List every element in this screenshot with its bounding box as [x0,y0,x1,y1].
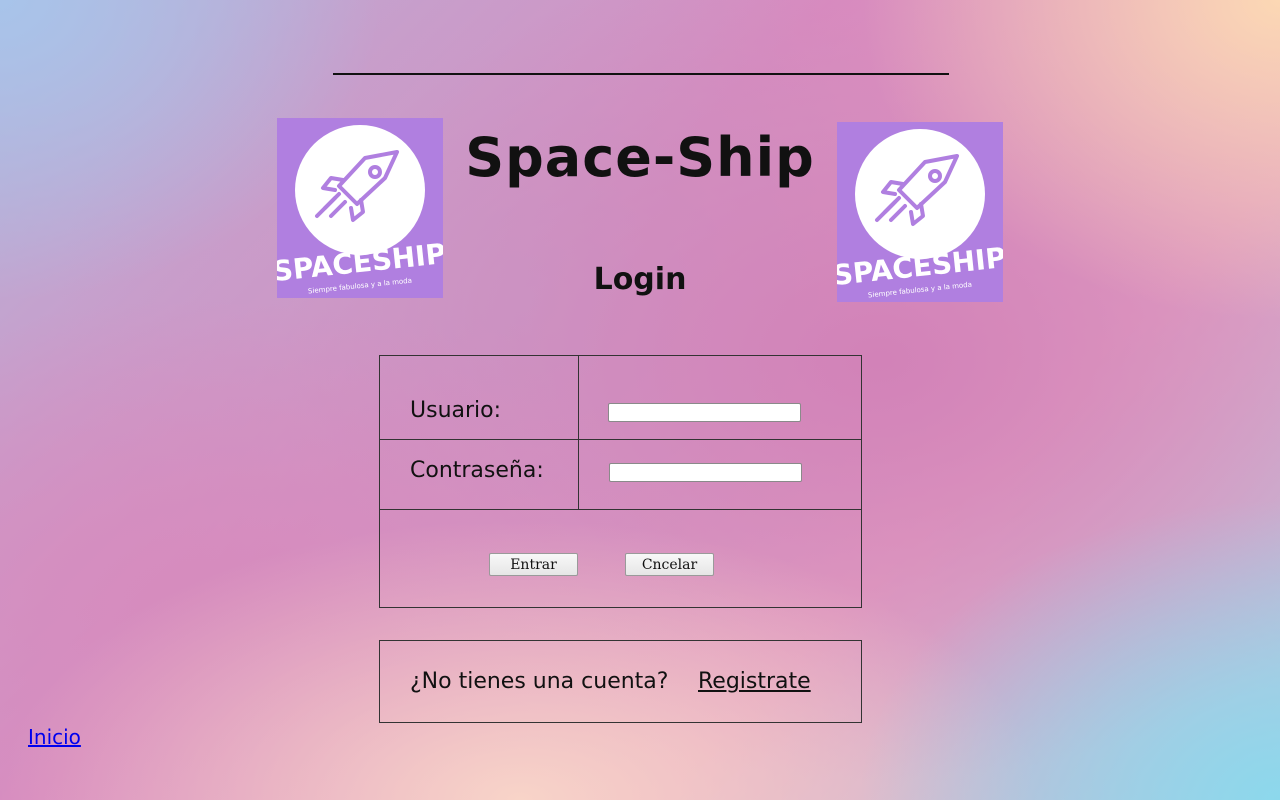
username-label: Usuario: [410,398,502,423]
home-link[interactable]: Inicio [28,725,81,749]
table-row-divider [380,439,861,440]
username-input[interactable] [608,403,801,422]
rocket-icon: SPACESHIP Siempre fabulosa y a la moda [837,129,1003,299]
register-prompt: ¿No tienes una cuenta? [410,669,669,694]
login-heading: Login [593,262,687,297]
table-row-divider [380,509,861,510]
register-panel: ¿No tienes una cuenta? Registrate [379,640,862,723]
password-input[interactable] [609,463,802,482]
spaceship-logo-right: SPACESHIP Siempre fabulosa y a la moda [837,122,1003,302]
header-divider [333,73,949,75]
rocket-icon: SPACESHIP Siempre fabulosa y a la moda [277,125,443,295]
password-label: Contraseña: [410,458,544,483]
cancel-button[interactable]: Cncelar [625,553,714,576]
enter-button[interactable]: Entrar [489,553,578,576]
spaceship-logo-left: SPACESHIP Siempre fabulosa y a la moda [277,118,443,298]
table-column-divider [578,356,579,509]
login-form-table: Usuario: Contraseña: Entrar Cncelar [379,355,862,608]
register-link[interactable]: Registrate [698,669,811,694]
site-title: Space-Ship [465,126,815,189]
